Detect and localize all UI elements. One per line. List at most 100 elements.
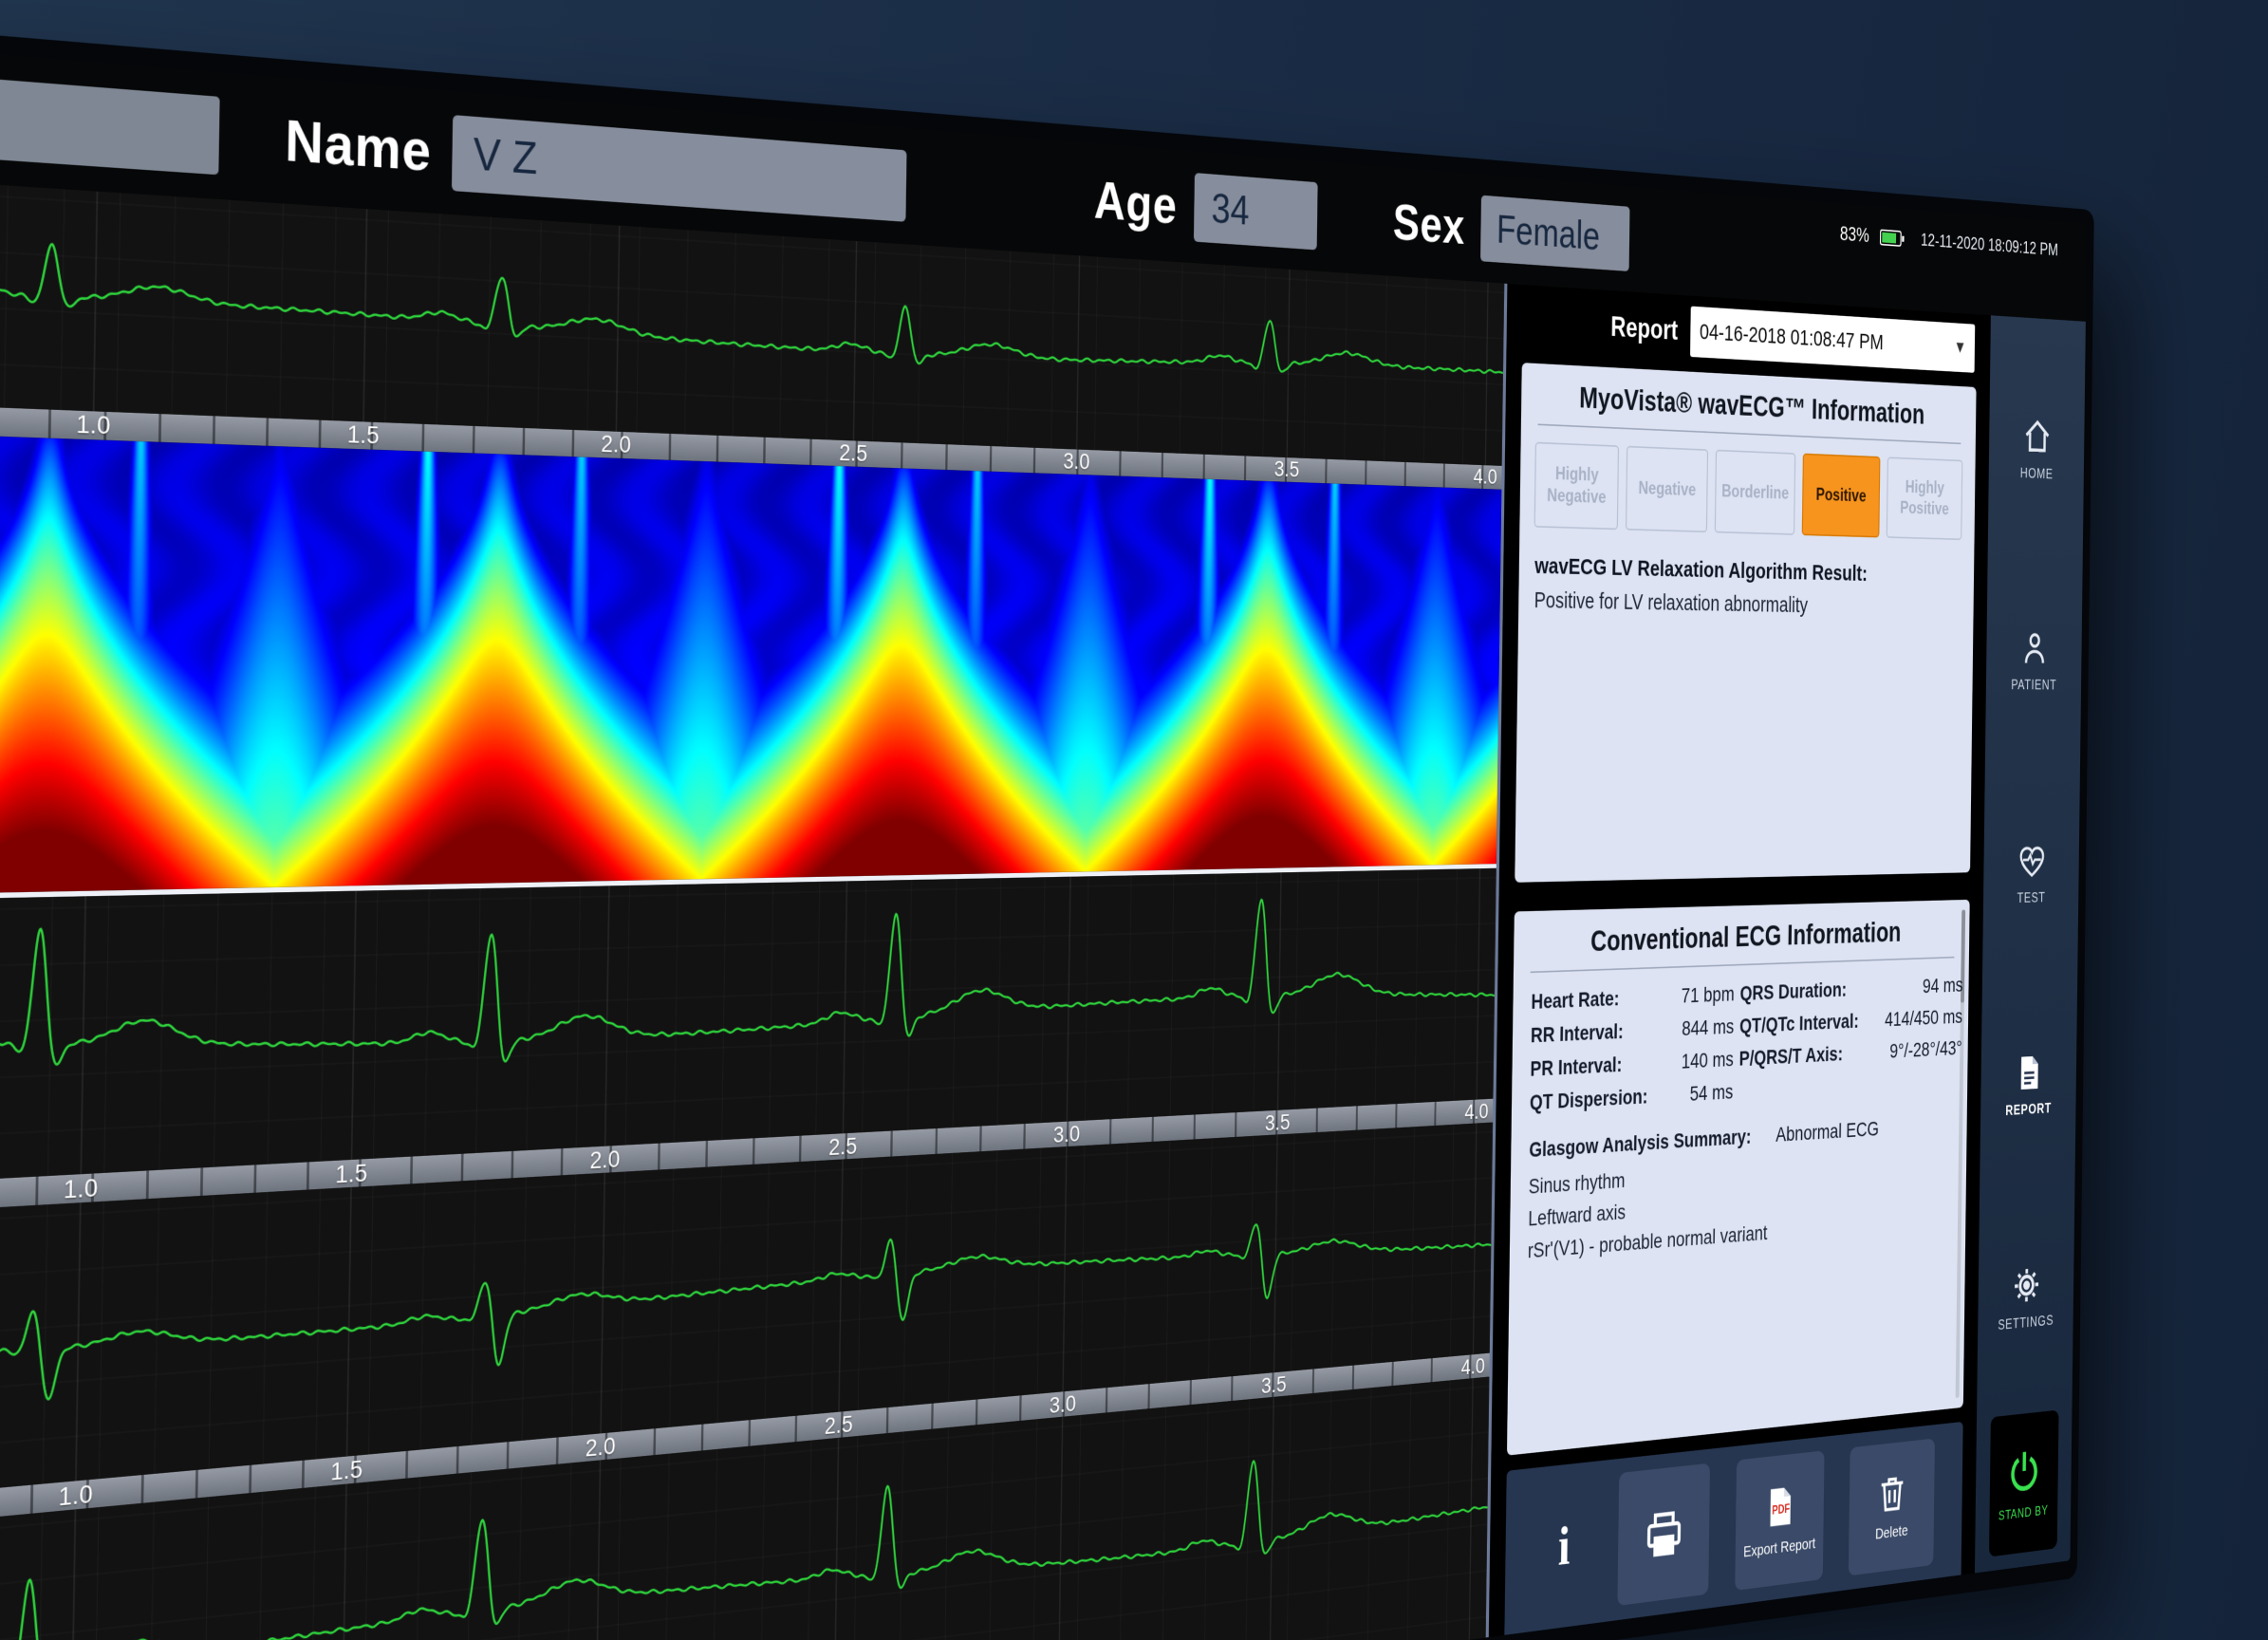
metric-value: 9°/-28°/43°	[1874, 1036, 1962, 1064]
tick-label: 3.0	[1063, 448, 1089, 475]
status-strip: 83% 12-11-2020 18:09:12 PM	[1840, 222, 2087, 263]
nav-report-label: REPORT	[2005, 1100, 2052, 1119]
name-input[interactable]: V Z	[452, 115, 907, 222]
export-report-button[interactable]: PDF Export Report	[1735, 1450, 1824, 1591]
standby-button[interactable]: STAND BY	[1989, 1410, 2059, 1557]
wavelet-energy-heatmap	[0, 432, 1501, 894]
tick-label: 4.0	[1464, 1099, 1488, 1125]
svg-text:PDF: PDF	[1772, 1502, 1790, 1518]
metric-label: QT/QTc Interval:	[1739, 1009, 1869, 1038]
tick-label: 3.5	[1265, 1109, 1291, 1136]
tick-label: 3.0	[1053, 1121, 1080, 1148]
algorithm-result-label: wavECG LV Relaxation Algorithm Result:	[1519, 553, 1975, 589]
export-report-label: Export Report	[1743, 1535, 1815, 1561]
metric-value: 140 ms	[1653, 1047, 1733, 1074]
name-label: Name	[285, 107, 433, 184]
conventional-ecg-panel: Conventional ECG Information Heart Rate:…	[1507, 900, 1970, 1456]
classification-buttons: Highly Negative Negative Borderline Posi…	[1519, 441, 1975, 541]
metric-label: QRS Duration:	[1739, 977, 1869, 1005]
sex-input[interactable]: Female	[1480, 196, 1630, 271]
wavecg-info-panel: MyoVista® wavECG™ Information Highly Neg…	[1515, 363, 1976, 883]
age-label: Age	[1094, 170, 1178, 235]
battery-percent: 83%	[1840, 222, 1869, 247]
home-icon	[2021, 414, 2053, 457]
battery-icon	[1880, 228, 1905, 247]
photo-background: Name V Z Age 34 Sex Female 83% 12-11-202…	[0, 0, 2268, 1640]
actions-footer: i PDF Export Report	[1504, 1422, 1962, 1635]
tick-label: 2.0	[589, 1146, 620, 1175]
report-dropdown-value: 04-16-2018 01:08:47 PM	[1700, 320, 1948, 360]
sex-label: Sex	[1392, 193, 1465, 255]
nav-settings[interactable]: SETTINGS	[1977, 1187, 2074, 1408]
heart-ecg-icon	[2016, 839, 2047, 882]
nav-settings-label: SETTINGS	[1998, 1313, 2054, 1334]
tick-label: 4.0	[1461, 1353, 1485, 1380]
metric-value: 54 ms	[1653, 1080, 1734, 1109]
standby-label: STAND BY	[1998, 1502, 2049, 1523]
metric-label: P/QRS/T Axis:	[1739, 1041, 1869, 1071]
findings-list: Sinus rhythm Leftward axis rSr'(V1) - pr…	[1510, 1146, 1967, 1265]
system-datetime: 12-11-2020 18:09:12 PM	[1921, 230, 2058, 260]
device-bezel: Name V Z Age 34 Sex Female 83% 12-11-202…	[0, 26, 2094, 1640]
nav-report[interactable]: REPORT	[1980, 977, 2077, 1194]
tick-label: 1.0	[64, 1173, 99, 1204]
metric-value: 71 bpm	[1654, 982, 1734, 1009]
tick-label: 2.5	[825, 1410, 853, 1440]
metric-label: Heart Rate:	[1531, 985, 1648, 1014]
patient-icon	[2019, 627, 2050, 669]
trash-icon	[1876, 1470, 1909, 1518]
age-input[interactable]: 34	[1194, 173, 1318, 250]
borderline-button[interactable]: Borderline	[1715, 450, 1795, 535]
nav-home-label: HOME	[2020, 465, 2054, 483]
panels-wrap: MyoVista® wavECG™ Information Highly Neg…	[1489, 357, 1990, 1637]
tick-label: 1.5	[347, 420, 380, 450]
tick-label: 3.5	[1261, 1371, 1287, 1399]
tick-label: 2.5	[828, 1132, 857, 1161]
printer-icon	[1643, 1503, 1686, 1564]
delete-label: Delete	[1875, 1522, 1908, 1544]
highly-positive-button[interactable]: Highly Positive	[1887, 457, 1963, 540]
delete-button[interactable]: Delete	[1849, 1439, 1935, 1576]
ecg-metrics: Heart Rate:71 bpm QRS Duration:94 ms RR …	[1512, 973, 1969, 1115]
report-dropdown[interactable]: 04-16-2018 01:08:47 PM ▼	[1690, 307, 1975, 373]
metric-value: 414/450 ms	[1874, 1005, 1962, 1032]
nav-patient-label: PATIENT	[2011, 677, 2056, 693]
tick-label: 3.5	[1274, 457, 1300, 483]
metric-label: PR Interval:	[1530, 1052, 1647, 1082]
gear-icon	[2011, 1262, 2042, 1308]
nav-test-label: TEST	[2017, 889, 2045, 906]
info-icon: i	[1558, 1514, 1571, 1578]
metric-value: 94 ms	[1875, 974, 1963, 1000]
highly-negative-button[interactable]: Highly Negative	[1534, 442, 1620, 531]
ecg-display-area: 1.0 1.5 2.0 2.5 3.0 3.5 4.0 1.0 1.5 2.0 2.5 3.0 3.5…	[0, 177, 1504, 1640]
tick-label: 1.5	[335, 1159, 367, 1189]
tick-label: 2.0	[601, 430, 631, 458]
glasgow-label: Glasgow Analysis Summary:	[1529, 1125, 1751, 1163]
nav-sidebar: HOME PATIENT TEST	[1975, 315, 2086, 1573]
info-button[interactable]: i	[1536, 1476, 1591, 1616]
nav-patient[interactable]: PATIENT	[1985, 553, 2083, 767]
tick-label: 4.0	[1474, 464, 1497, 490]
metric-value: 844 ms	[1654, 1015, 1734, 1042]
tick-label: 3.0	[1050, 1390, 1076, 1419]
metric-label: RR Interval:	[1531, 1018, 1648, 1048]
pdf-file-icon: PDF	[1762, 1482, 1798, 1533]
metric-label: QT Dispersion:	[1530, 1085, 1647, 1115]
chevron-down-icon: ▼	[1954, 337, 1966, 358]
negative-button[interactable]: Negative	[1626, 446, 1708, 532]
device-screen: Name V Z Age 34 Sex Female 83% 12-11-202…	[0, 45, 2087, 1640]
tick-label: 1.0	[58, 1479, 93, 1512]
print-button[interactable]	[1617, 1463, 1710, 1606]
report-doc-icon	[2014, 1052, 2044, 1094]
glasgow-value: Abnormal ECG	[1775, 1117, 1879, 1146]
tick-label: 1.0	[76, 410, 111, 440]
patient-id-field[interactable]	[0, 70, 220, 175]
tick-label: 2.0	[586, 1431, 616, 1462]
algorithm-result-text: Positive for LV relaxation abnormality	[1518, 588, 1974, 622]
conventional-panel-title: Conventional ECG Information	[1514, 900, 1970, 972]
info-column: Report 04-16-2018 01:08:47 PM ▼ MyoVista…	[1486, 284, 1991, 1638]
nav-test[interactable]: TEST	[1982, 766, 2080, 980]
tick-label: 2.5	[839, 439, 867, 467]
nav-home[interactable]: HOME	[1988, 340, 2086, 556]
positive-button[interactable]: Positive	[1801, 454, 1880, 538]
